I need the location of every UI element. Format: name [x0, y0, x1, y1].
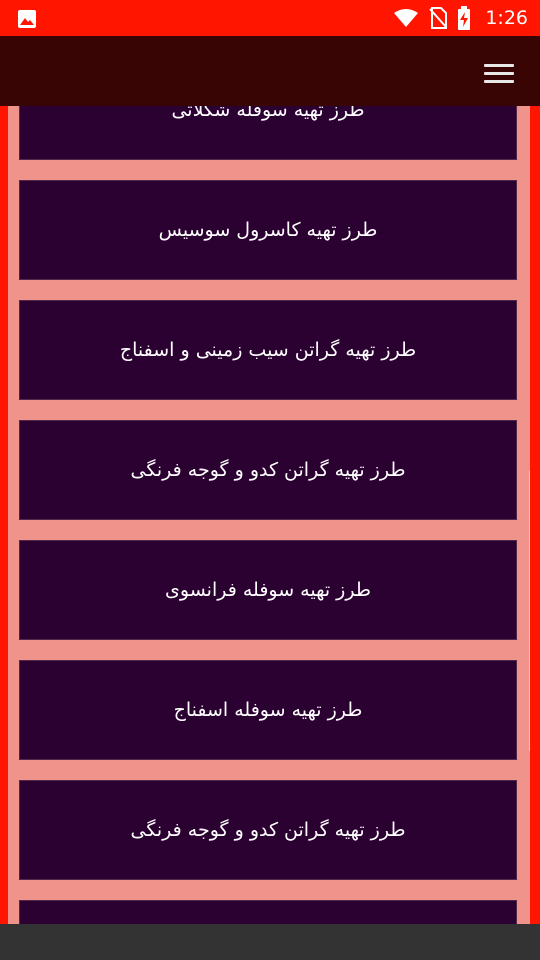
list-item[interactable]: طرز تهیه گراتن کدو و گوجه فرنگی: [19, 420, 517, 520]
list-item[interactable]: طرز تهیه گراتن سیب زمینی و اسفناج: [19, 300, 517, 400]
list-item-label: طرز تهیه گراتن سیب زمینی و اسفناج: [119, 339, 417, 361]
list-item-label: طرز تهیه گراتن کدو و گوجه فرنگی: [130, 819, 406, 841]
list-item-label: طرز تهیه کاسرول سوسیس: [158, 219, 378, 241]
battery-charging-icon: [458, 6, 471, 30]
app-bar: [0, 36, 540, 106]
list-item[interactable]: طرز تهیه سوفله فرانسوی: [19, 540, 517, 640]
list-item[interactable]: طرز تهیه سوفله اسفناج: [19, 660, 517, 760]
status-time: 1:26: [485, 7, 528, 29]
list-item[interactable]: طرز تهیه سوفله شکلاتی: [19, 106, 517, 160]
content-area: طرز تهیه سوفله شکلاتی طرز تهیه کاسرول سو…: [0, 106, 540, 924]
list-item[interactable]: طرز تهیه کاسرول سوسیس: [19, 180, 517, 280]
status-bar: 1:26: [0, 0, 540, 36]
list-item-label: طرز تهیه سوفله اسفناج: [173, 699, 363, 721]
no-sim-icon: [429, 7, 448, 29]
hamburger-menu-icon[interactable]: [484, 64, 514, 88]
wifi-icon: [394, 9, 419, 27]
recipe-list[interactable]: طرز تهیه سوفله شکلاتی طرز تهیه کاسرول سو…: [8, 106, 530, 924]
list-item[interactable]: طرز تهیه گراتن کدو و گوجه فرنگی: [19, 780, 517, 880]
scrollbar[interactable]: [529, 470, 530, 752]
navigation-bar: [0, 924, 540, 960]
image-icon: [18, 10, 36, 28]
list-item-label: طرز تهیه سوفله شکلاتی: [171, 106, 365, 121]
list-item-label: طرز تهیه سوفله فرانسوی: [165, 579, 371, 601]
list-item[interactable]: [19, 900, 517, 924]
list-item-label: طرز تهیه گراتن کدو و گوجه فرنگی: [130, 459, 406, 481]
